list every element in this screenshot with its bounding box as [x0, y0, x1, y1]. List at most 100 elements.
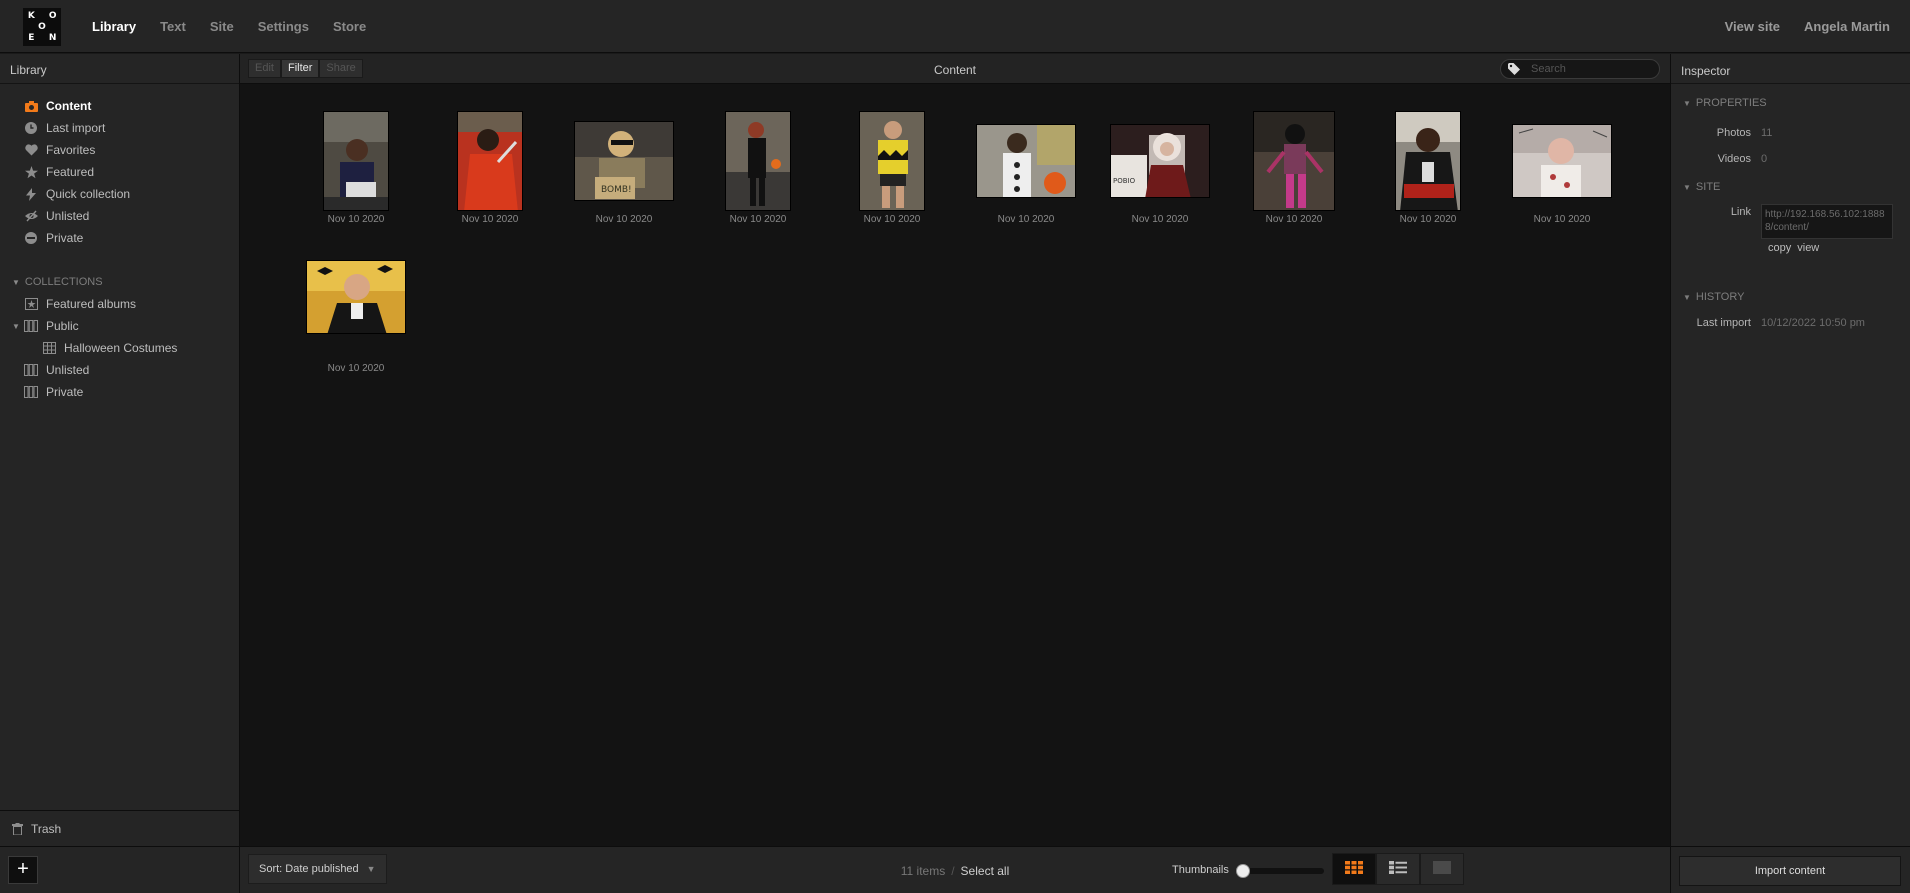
- sidebar-item-quick-collection[interactable]: Quick collection: [0, 183, 239, 205]
- logo-letter: E: [28, 32, 35, 43]
- nav-text[interactable]: Text: [160, 19, 186, 34]
- collapse-triangle-icon: ▼: [1683, 182, 1691, 192]
- sidebar-item-trash[interactable]: Trash: [0, 810, 239, 846]
- site-label: SITE: [1695, 181, 1721, 193]
- thumbnail-item[interactable]: Nov 10 2020: [1361, 111, 1495, 225]
- photo-thumbnail[interactable]: [1395, 111, 1461, 211]
- thumbnail-item[interactable]: Nov 10 2020: [1227, 111, 1361, 225]
- thumbnail-frame: BOMB!: [557, 111, 691, 211]
- grid-view-button[interactable]: [1332, 853, 1376, 885]
- sidebar-item-collection-unlisted[interactable]: Unlisted: [0, 359, 239, 381]
- item-count: 11 items: [900, 864, 946, 878]
- thumbnail-frame: POBIO: [1093, 111, 1227, 211]
- library-list: Content Last import Favorites Featured Q…: [0, 84, 239, 403]
- thumbnail-frame: [825, 111, 959, 211]
- slider-handle[interactable]: [1236, 864, 1250, 878]
- single-view-button[interactable]: [1420, 853, 1464, 885]
- sidebar-item-favorites[interactable]: Favorites: [0, 139, 239, 161]
- nav-store[interactable]: Store: [333, 19, 366, 34]
- view-link-button[interactable]: view: [1797, 242, 1819, 254]
- thumbnail-item[interactable]: POBIO Nov 10 2020: [1093, 111, 1227, 225]
- link-row: Link http://192.168.56.102:18888/content…: [1671, 204, 1910, 239]
- properties-section-header[interactable]: ▼ PROPERTIES: [1671, 94, 1910, 112]
- photo-thumbnail[interactable]: [457, 111, 523, 211]
- set-icon: [24, 363, 38, 377]
- last-import-label: Last import: [1696, 317, 1751, 329]
- sidebar-item-label: Featured albums: [46, 297, 137, 311]
- logo-letter: O: [38, 21, 46, 32]
- sidebar-item-last-import[interactable]: Last import: [0, 117, 239, 139]
- content-footer: Sort: Date published ▼ 11 items / Select a…: [240, 846, 1670, 893]
- sidebar-item-public[interactable]: ▼ Public: [0, 315, 239, 337]
- videos-label: Videos: [1717, 153, 1751, 165]
- history-section-header[interactable]: ▼ HISTORY: [1671, 288, 1910, 306]
- sidebar-item-halloween-costumes[interactable]: Halloween Costumes: [0, 337, 239, 359]
- sidebar-item-collection-private[interactable]: Private: [0, 381, 239, 403]
- sidebar-item-unlisted[interactable]: Unlisted: [0, 205, 239, 227]
- site-section-header[interactable]: ▼ SITE: [1671, 178, 1910, 196]
- photo-thumbnail[interactable]: [976, 124, 1076, 198]
- thumbnail-item[interactable]: Nov 10 2020: [959, 111, 1093, 225]
- photo-thumbnail[interactable]: [1253, 111, 1335, 211]
- nav-site[interactable]: Site: [210, 19, 234, 34]
- album-grid-icon: [42, 341, 56, 355]
- photo-thumbnail[interactable]: [323, 111, 389, 211]
- select-all-link[interactable]: Select all: [961, 864, 1010, 878]
- thumbnail-item[interactable]: Nov 10 2020: [289, 111, 423, 225]
- thumbnail-date: Nov 10 2020: [1265, 214, 1323, 225]
- photo-thumbnail[interactable]: BOMB!: [574, 121, 674, 201]
- thumbnail-date: Nov 10 2020: [997, 214, 1055, 225]
- thumbnail-date: Nov 10 2020: [595, 214, 653, 225]
- tag-icon[interactable]: [1501, 63, 1527, 75]
- photo-thumbnail[interactable]: POBIO: [1110, 124, 1210, 198]
- import-content-button[interactable]: Import content: [1679, 856, 1901, 886]
- bolt-icon: [24, 187, 38, 201]
- sidebar-item-featured-albums[interactable]: Featured albums: [0, 293, 239, 315]
- thumbnail-item[interactable]: Nov 10 2020: [691, 111, 825, 225]
- sidebar-item-featured[interactable]: Featured: [0, 161, 239, 183]
- sidebar-title: Library: [0, 54, 239, 84]
- site-link-field[interactable]: http://192.168.56.102:18888/content/: [1761, 204, 1893, 239]
- thumbnail-item[interactable]: Nov 10 2020: [289, 260, 423, 374]
- koken-logo[interactable]: K O O E N: [23, 8, 61, 46]
- thumbnail-frame: [1495, 111, 1629, 211]
- nav-settings[interactable]: Settings: [258, 19, 309, 34]
- search-field[interactable]: [1500, 59, 1660, 79]
- content-toolbar: Edit Filter Share Content: [240, 54, 1670, 84]
- thumbnail-frame: [691, 111, 825, 211]
- thumbnail-item[interactable]: Nov 10 2020: [825, 111, 959, 225]
- photo-thumbnail[interactable]: [859, 111, 925, 211]
- thumbnail-date: Nov 10 2020: [461, 214, 519, 225]
- view-site-link[interactable]: View site: [1725, 19, 1780, 34]
- collections-header[interactable]: ▼ COLLECTIONS: [0, 271, 239, 293]
- sidebar-item-content[interactable]: Content: [0, 95, 239, 117]
- thumbnail-item[interactable]: BOMB! Nov 10 2020: [557, 111, 691, 225]
- collapse-triangle-icon: ▼: [1683, 98, 1691, 108]
- last-import-row: Last import 10/12/2022 10:50 pm: [1671, 310, 1910, 336]
- photo-thumbnail[interactable]: [306, 260, 406, 334]
- thumbnail-date: Nov 10 2020: [327, 214, 385, 225]
- svg-text:BOMB!: BOMB!: [601, 185, 632, 195]
- inspector-panel: Inspector ▼ PROPERTIES Photos 11 Videos …: [1670, 54, 1910, 893]
- collapse-triangle-icon[interactable]: ▼: [12, 322, 24, 331]
- sidebar-add-row: +: [0, 846, 239, 893]
- nav-library[interactable]: Library: [92, 19, 136, 34]
- list-view-button[interactable]: [1376, 853, 1420, 885]
- thumbnail-item[interactable]: Nov 10 2020: [1495, 111, 1629, 225]
- user-menu[interactable]: Angela Martin: [1804, 19, 1890, 34]
- photo-thumbnail[interactable]: [1512, 124, 1612, 198]
- camera-icon: [24, 99, 38, 113]
- add-collection-button[interactable]: +: [8, 856, 38, 884]
- sidebar-item-label: Public: [46, 319, 79, 333]
- logo-letter: N: [48, 32, 57, 43]
- sidebar-item-label: Unlisted: [46, 363, 90, 377]
- copy-link-button[interactable]: copy: [1768, 242, 1791, 254]
- photo-thumbnail[interactable]: [725, 111, 791, 211]
- sidebar-item-label: Content: [46, 99, 92, 113]
- thumbnail-item[interactable]: Nov 10 2020: [423, 111, 557, 225]
- thumbnail-size-slider[interactable]: [1236, 864, 1324, 878]
- sidebar-item-private[interactable]: Private: [0, 227, 239, 249]
- photos-row: Photos 11: [1671, 120, 1910, 146]
- search-input[interactable]: [1527, 63, 1647, 75]
- sidebar-item-label: Quick collection: [46, 187, 131, 201]
